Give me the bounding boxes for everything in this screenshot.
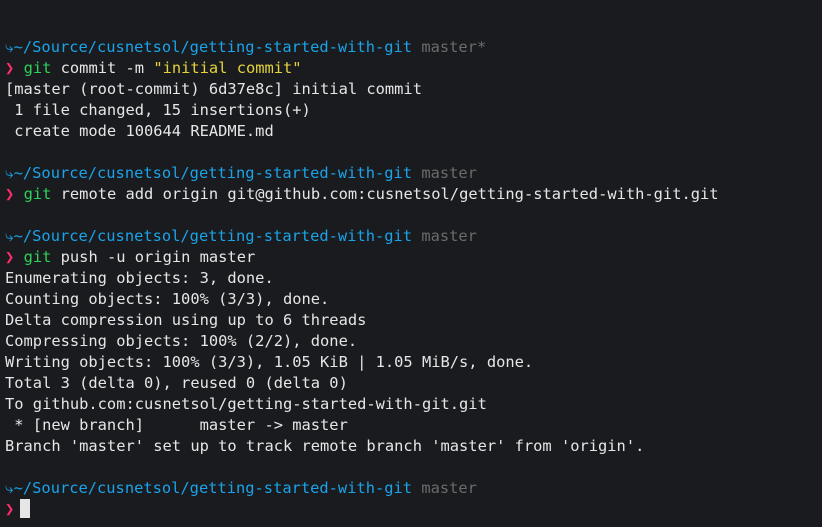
- path-prefix-icon: ⤷: [5, 38, 14, 56]
- command-name: git: [23, 248, 52, 266]
- prompt-path-line: ⤷~/Source/cusnetsol/getting-started-with…: [5, 478, 477, 499]
- prompt-path-line: ⤷~/Source/cusnetsol/getting-started-with…: [5, 37, 486, 58]
- output-line: Delta compression using up to 6 threads: [5, 311, 367, 329]
- command-name: git: [23, 185, 52, 203]
- output-line: Branch 'master' set up to track remote b…: [5, 437, 645, 455]
- current-path: ~/Source/cusnetsol/getting-started-with-…: [13, 227, 413, 245]
- command-name: git: [23, 59, 52, 77]
- prompt-chevron-icon: ❯: [5, 248, 15, 266]
- path-prefix-icon: ⤷: [5, 227, 14, 245]
- output-line: create mode 100644 README.md: [5, 122, 274, 140]
- output-line: 1 file changed, 15 insertions(+): [5, 101, 311, 119]
- output-line: [master (root-commit) 6d37e8c] initial c…: [5, 80, 422, 98]
- prompt-path-line: ⤷~/Source/cusnetsol/getting-started-with…: [5, 163, 477, 184]
- path-prefix-icon: ⤷: [5, 479, 14, 497]
- text-cursor[interactable]: [20, 499, 31, 518]
- prompt-chevron-icon: ❯: [5, 500, 15, 518]
- current-path: ~/Source/cusnetsol/getting-started-with-…: [13, 479, 413, 497]
- git-branch: master*: [421, 38, 487, 56]
- command-string-arg: "initial commit": [153, 59, 302, 77]
- command-line: ❯ git remote add origin git@github.com:c…: [5, 184, 719, 205]
- command-line: ❯ git push -u origin master: [5, 247, 255, 268]
- output-line: Counting objects: 100% (3/3), done.: [5, 290, 330, 308]
- output-line: Writing objects: 100% (3/3), 1.05 KiB | …: [5, 353, 534, 371]
- prompt-chevron-icon: ❯: [5, 59, 15, 77]
- input-line[interactable]: ❯: [5, 499, 31, 520]
- output-line: * [new branch] master -> master: [5, 416, 348, 434]
- current-path: ~/Source/cusnetsol/getting-started-with-…: [13, 38, 413, 56]
- command-args: push -u origin master: [51, 248, 256, 266]
- current-path: ~/Source/cusnetsol/getting-started-with-…: [13, 164, 413, 182]
- git-branch: master: [421, 479, 477, 497]
- terminal-window[interactable]: ⤷~/Source/cusnetsol/getting-started-with…: [0, 0, 822, 527]
- output-line: Compressing objects: 100% (2/2), done.: [5, 332, 358, 350]
- prompt-path-line: ⤷~/Source/cusnetsol/getting-started-with…: [5, 226, 477, 247]
- path-prefix-icon: ⤷: [5, 164, 14, 182]
- output-line: Total 3 (delta 0), reused 0 (delta 0): [5, 374, 348, 392]
- git-branch: master: [421, 164, 477, 182]
- command-line: ❯ git commit -m "initial commit": [5, 58, 302, 79]
- git-branch: master: [421, 227, 477, 245]
- output-line: Enumerating objects: 3, done.: [5, 269, 274, 287]
- command-args: commit -m: [51, 59, 154, 77]
- command-args: remote add origin git@github.com:cusnets…: [51, 185, 719, 203]
- output-line: To github.com:cusnetsol/getting-started-…: [5, 395, 487, 413]
- prompt-chevron-icon: ❯: [5, 185, 15, 203]
